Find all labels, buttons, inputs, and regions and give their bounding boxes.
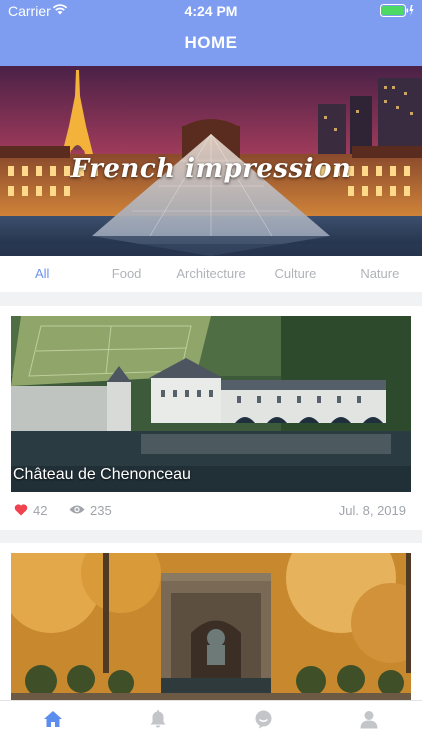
- tab-culture[interactable]: Culture: [253, 256, 337, 292]
- hero-title: French impression: [70, 154, 352, 184]
- app-screen: Carrier 4:24 PM HOME French impression A…: [0, 0, 422, 750]
- hero-banner[interactable]: French impression: [0, 66, 422, 256]
- tab-messages[interactable]: [211, 701, 317, 750]
- post-card[interactable]: Château de Chenonceau 42 235 Jul. 8, 201…: [0, 306, 422, 530]
- category-tabs: All Food Architecture Culture Nature: [0, 256, 422, 292]
- post-card[interactable]: [0, 543, 422, 703]
- post-date: Jul. 8, 2019: [338, 503, 406, 518]
- tab-food[interactable]: Food: [84, 256, 168, 292]
- navigation-bar: Carrier 4:24 PM HOME: [0, 0, 422, 66]
- page-title: HOME: [184, 33, 238, 52]
- battery-icon: [380, 4, 414, 17]
- tab-profile[interactable]: [317, 701, 422, 750]
- post-meta: 42 235 Jul. 8, 2019: [0, 500, 422, 522]
- heart-icon[interactable]: [14, 503, 28, 516]
- tab-all[interactable]: All: [0, 256, 84, 292]
- chat-bubble-icon: [255, 710, 272, 729]
- tab-notifications[interactable]: [106, 701, 212, 750]
- like-count: 42: [33, 503, 48, 518]
- home-icon: [43, 711, 62, 727]
- view-count: 235: [90, 503, 112, 518]
- tab-architecture[interactable]: Architecture: [169, 256, 253, 292]
- eye-icon: [69, 505, 85, 514]
- post-photo[interactable]: Château de Chenonceau: [11, 316, 411, 492]
- person-icon: [360, 711, 378, 729]
- tab-nature[interactable]: Nature: [338, 256, 422, 292]
- status-time: 4:24 PM: [184, 3, 238, 19]
- status-bar: Carrier 4:24 PM: [0, 0, 422, 22]
- bottom-tab-bar: [0, 700, 422, 750]
- post-title: Château de Chenonceau: [13, 466, 191, 483]
- tab-home[interactable]: [0, 701, 106, 750]
- medici-fountain-image: [11, 553, 411, 703]
- post-photo[interactable]: [11, 553, 411, 703]
- bell-icon: [150, 710, 166, 728]
